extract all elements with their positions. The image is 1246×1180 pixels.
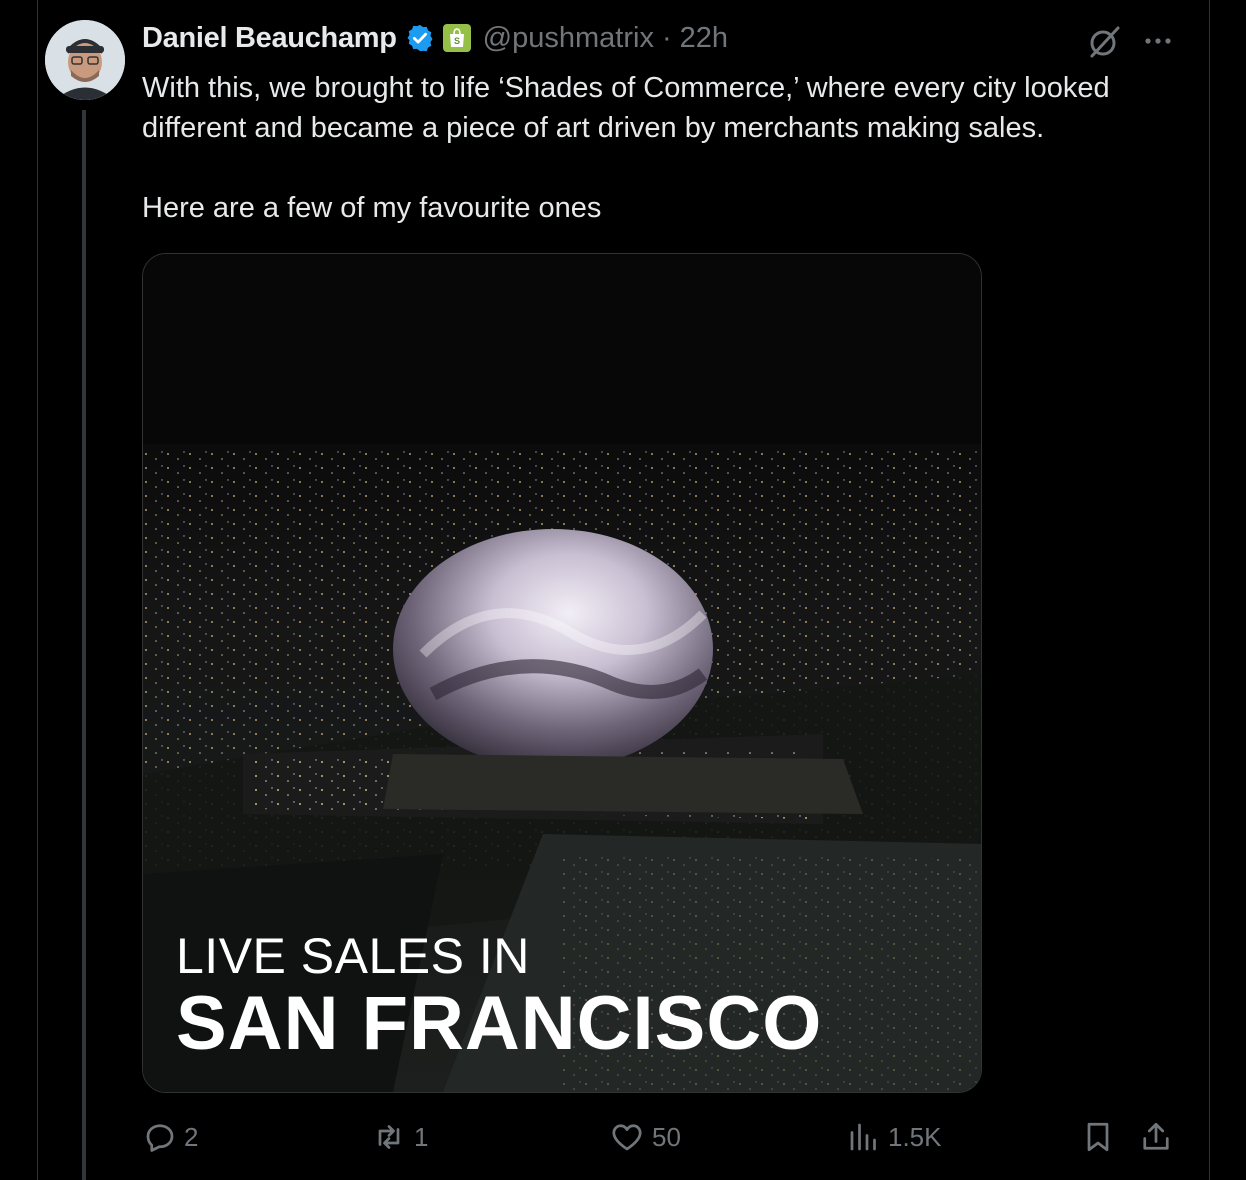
- views-chart-icon: [850, 1123, 876, 1151]
- svg-text:S: S: [454, 36, 460, 46]
- caption-line-2: SAN FRANCISCO: [176, 981, 823, 1066]
- verified-badge-icon[interactable]: [405, 23, 435, 53]
- column-border-right: [1209, 0, 1210, 1180]
- tweet-paragraph: Here are a few of my favourite ones: [142, 192, 602, 224]
- grok-icon[interactable]: [1086, 24, 1122, 60]
- tweet-paragraph: With this, we brought to life ‘Shades of…: [142, 72, 1110, 144]
- repost-count: 1: [414, 1121, 429, 1152]
- like-count: 50: [652, 1121, 681, 1152]
- header-separator: ·: [661, 21, 672, 54]
- tweet-text: With this, we brought to life ‘Shades of…: [142, 68, 1192, 228]
- shopify-bag-icon[interactable]: S: [442, 24, 471, 52]
- tweet-timestamp[interactable]: 22h: [680, 22, 728, 55]
- share-icon: [1143, 1122, 1169, 1150]
- author-handle[interactable]: @pushmatrix: [483, 22, 654, 55]
- reply-button[interactable]: 2: [142, 1112, 198, 1162]
- share-button[interactable]: [1138, 1112, 1180, 1162]
- tweet-media-video[interactable]: LIVE SALES IN SAN FRANCISCO: [142, 253, 982, 1093]
- caption-line-1: LIVE SALES IN: [176, 928, 530, 984]
- media-caption: LIVE SALES IN SAN FRANCISCO: [176, 928, 822, 1064]
- bookmark-button[interactable]: [1080, 1112, 1122, 1162]
- tweet-actions: 2 1 50 1.5K: [142, 1112, 1182, 1162]
- heart-icon: [612, 1124, 642, 1151]
- repost-icon: [378, 1125, 400, 1149]
- bookmark-icon: [1087, 1122, 1109, 1152]
- reply-icon: [146, 1124, 174, 1152]
- views-count: 1.5K: [888, 1121, 942, 1152]
- thread-connector-line: [82, 110, 86, 1180]
- views-button[interactable]: 1.5K: [846, 1112, 942, 1162]
- repost-button[interactable]: 1: [370, 1112, 428, 1162]
- author-display-name[interactable]: Daniel Beauchamp: [142, 22, 397, 55]
- column-border-left: [37, 0, 38, 1180]
- avatar[interactable]: [45, 20, 125, 100]
- like-button[interactable]: 50: [608, 1112, 681, 1162]
- more-icon[interactable]: [1140, 26, 1176, 56]
- tweet-header: Daniel Beauchamp S @pushmatrix · 22h: [142, 18, 728, 58]
- reply-count: 2: [184, 1121, 199, 1152]
